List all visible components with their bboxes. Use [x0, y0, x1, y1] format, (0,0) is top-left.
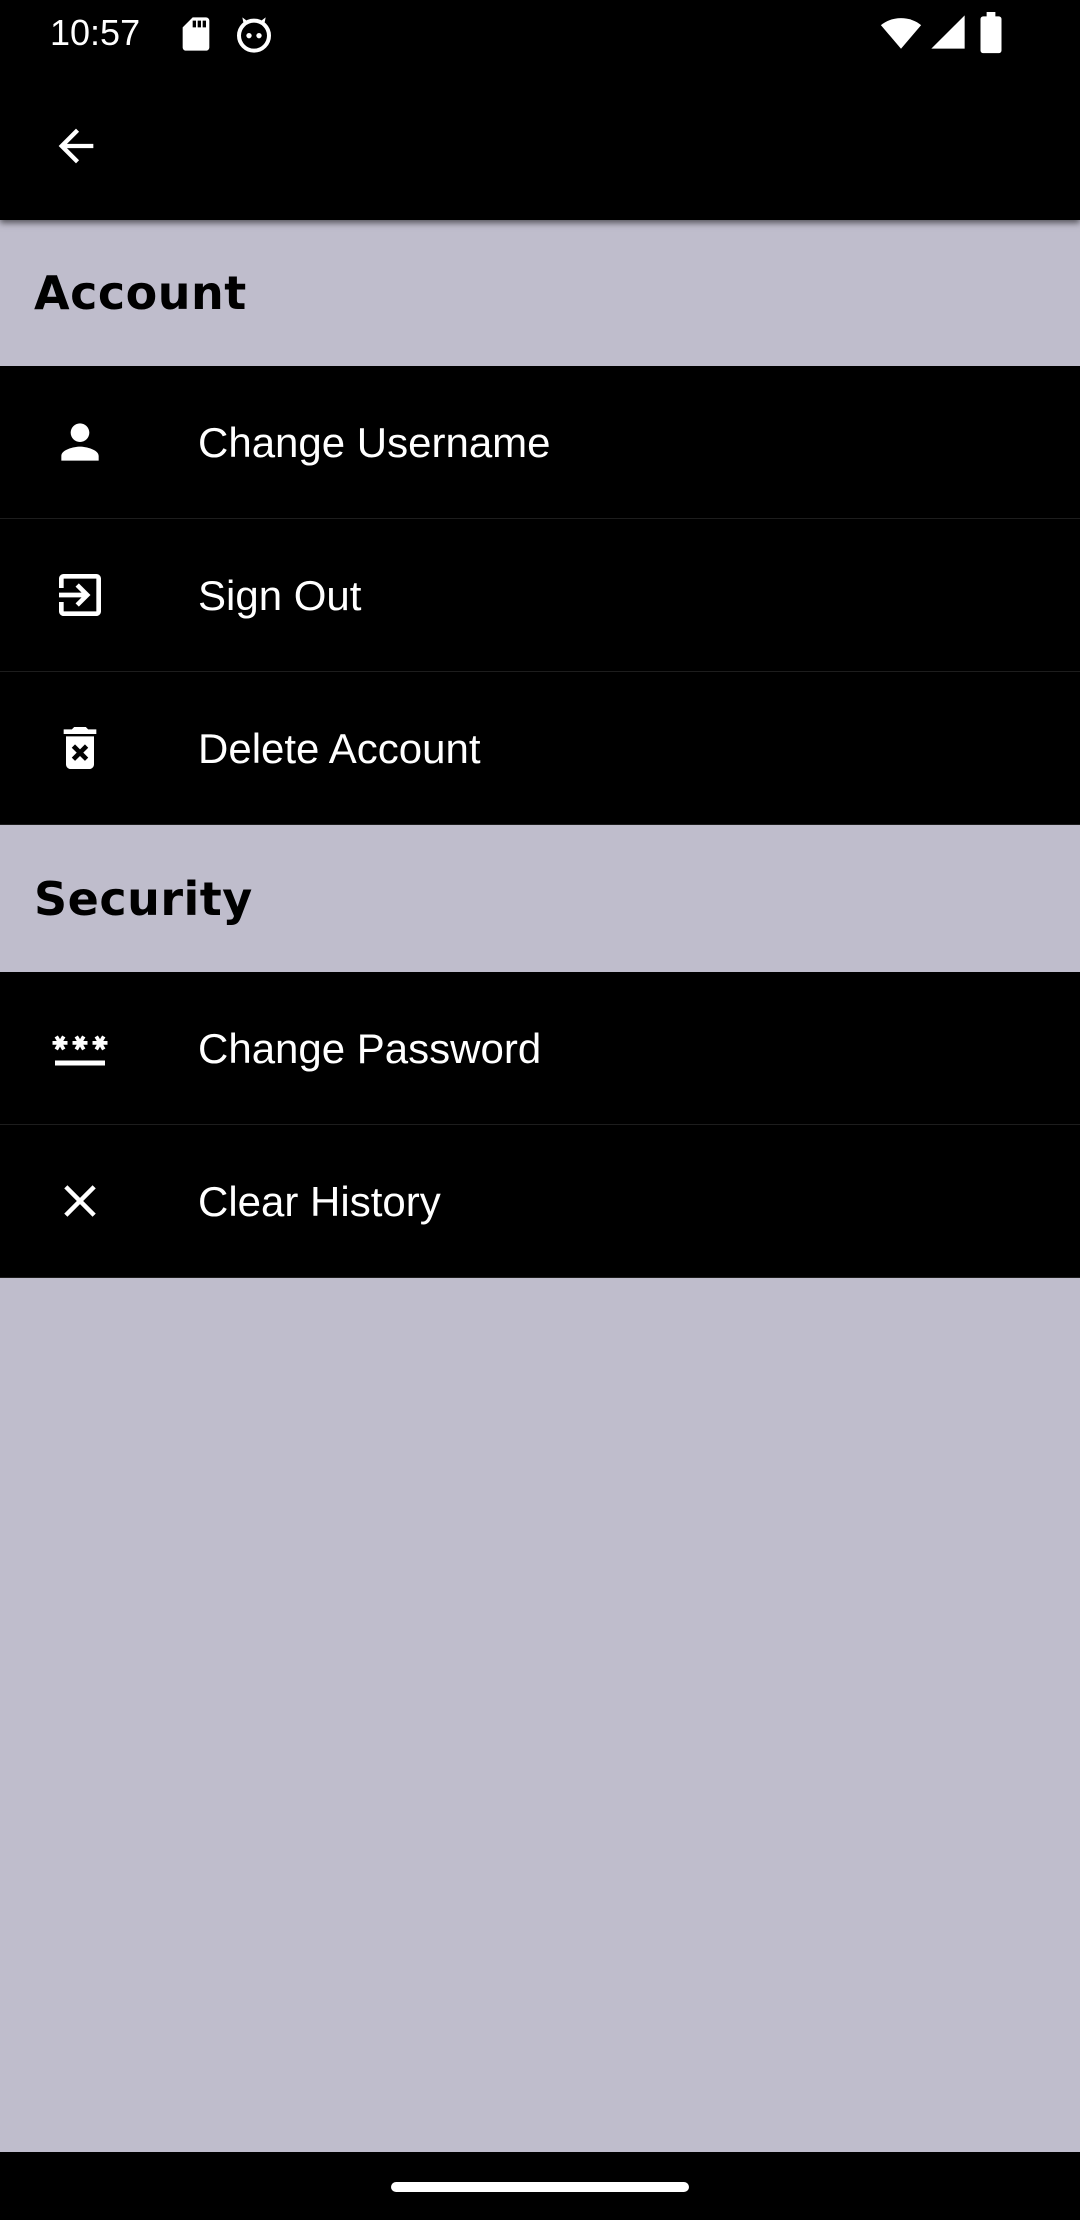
wifi-icon: [880, 12, 922, 52]
home-indicator[interactable]: [391, 2182, 689, 2192]
clear-history-item[interactable]: Clear History: [0, 1125, 1080, 1278]
section-title: Security: [34, 872, 253, 926]
change-password-item[interactable]: Change Password: [0, 972, 1080, 1125]
section-title: Account: [34, 266, 247, 320]
status-time: 10:57: [50, 12, 141, 53]
exit-icon: [44, 559, 116, 631]
arrow-back-icon: [58, 128, 94, 164]
sd-card-icon: [176, 14, 216, 54]
delete-account-item[interactable]: Delete Account: [0, 672, 1080, 825]
sign-out-item[interactable]: Sign Out: [0, 519, 1080, 672]
signal-icon: [928, 12, 968, 52]
change-password-label: Change Password: [198, 1025, 542, 1072]
change-username-item[interactable]: Change Username: [0, 366, 1080, 519]
close-icon: [44, 1165, 116, 1237]
status-bar: 10:57: [0, 0, 1080, 66]
battery-icon: [976, 12, 1016, 54]
sign-out-label: Sign Out: [198, 572, 362, 619]
person-icon: [44, 406, 116, 478]
cat-notification-icon: [234, 14, 274, 54]
delete-account-label: Delete Account: [198, 725, 481, 772]
clear-history-label: Clear History: [198, 1178, 441, 1225]
delete-forever-icon: [44, 712, 116, 784]
password-icon: [44, 1012, 116, 1084]
section-header-security: Security: [0, 826, 1080, 972]
settings-screen: 10:57 Account Change Username Sign Out D…: [0, 0, 1080, 2220]
back-button[interactable]: [40, 110, 112, 182]
navigation-bar: [0, 2152, 1080, 2220]
app-bar: [0, 66, 1080, 220]
change-username-label: Change Username: [198, 419, 551, 466]
section-header-account: Account: [0, 220, 1080, 366]
